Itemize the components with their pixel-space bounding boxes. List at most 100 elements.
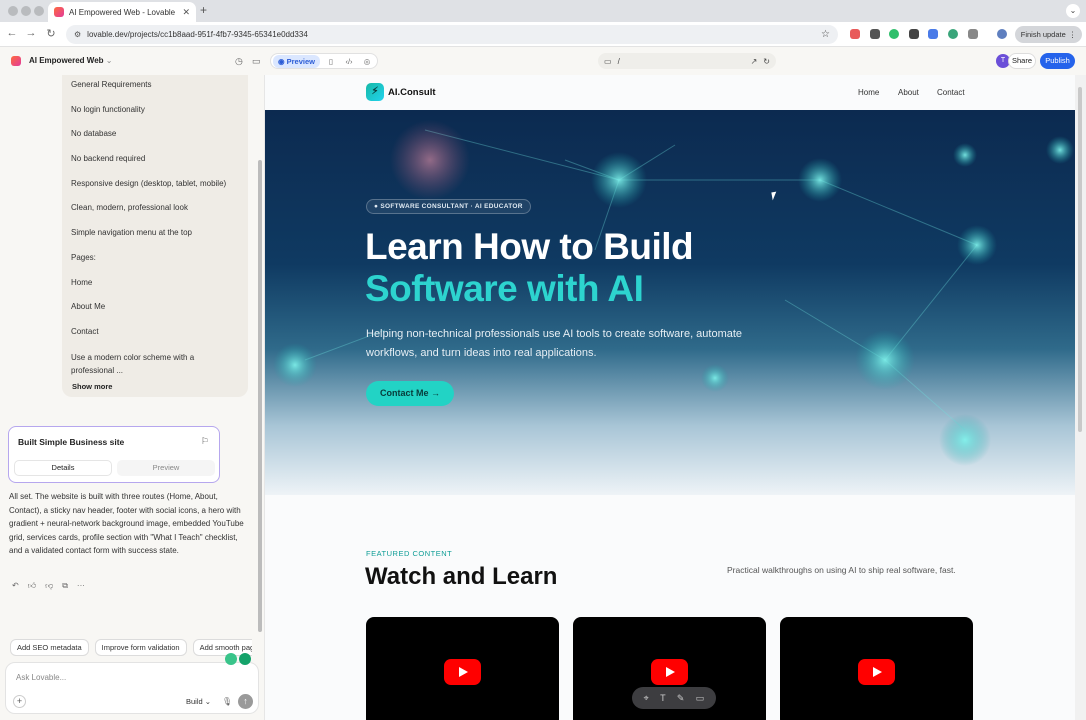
site-info-icon[interactable]: ⚙	[74, 30, 81, 39]
microphone-icon[interactable]: 🎙︎	[222, 697, 232, 706]
suggestion-chip[interactable]: Improve form validation	[94, 639, 187, 656]
tab-details[interactable]: Details	[14, 460, 112, 476]
youtube-play-icon[interactable]	[858, 659, 895, 685]
route-path-bar[interactable]: ▭ / ↗ ↻	[598, 53, 776, 69]
section-title: Watch and Learn	[365, 563, 558, 590]
thumbs-down-icon[interactable]: 👎︎	[45, 581, 53, 591]
share-button[interactable]: Share	[1008, 53, 1036, 69]
open-external-icon[interactable]: ↗	[751, 57, 758, 66]
tab-search-chevron-icon[interactable]: ⌄	[1066, 4, 1080, 18]
browser-tab[interactable]: AI Empowered Web - Lovable ✕	[48, 2, 196, 22]
publish-button[interactable]: Publish	[1040, 53, 1075, 69]
extension-icon[interactable]	[948, 29, 958, 39]
finish-update-button[interactable]: Finish update ⋮	[1015, 26, 1082, 43]
chat-panel: General Requirements No login functional…	[0, 75, 264, 720]
project-name-label: AI Empowered Web	[29, 56, 104, 65]
new-tab-icon[interactable]: +	[200, 3, 207, 17]
extension-icon[interactable]	[928, 29, 938, 39]
hero-headline-line-2: Software with AI	[365, 268, 644, 309]
close-tab-icon[interactable]: ✕	[182, 7, 190, 18]
attach-plus-icon[interactable]: +	[13, 695, 26, 708]
extension-icon[interactable]	[850, 29, 860, 39]
youtube-embed[interactable]	[780, 617, 973, 720]
mode-label: Build	[186, 697, 203, 706]
device-icon[interactable]: ▭	[604, 57, 612, 66]
history-icon[interactable]: ◷	[235, 56, 243, 67]
project-name[interactable]: AI Empowered Web ⌄	[29, 56, 112, 65]
back-icon[interactable]: ←	[5, 27, 19, 39]
tab-preview[interactable]: Preview	[117, 460, 215, 476]
address-bar-row: ← → ↻ ⚙ lovable.dev/projects/cc1b8aad-95…	[0, 22, 1086, 47]
site-header: ⚡︎ AI.Consult Home About Contact	[265, 75, 1075, 110]
requirement-item: Contact	[71, 326, 99, 336]
cloud-icon[interactable]: ◎	[360, 57, 374, 66]
assistant-message: All set. The website is built with three…	[9, 492, 244, 555]
hero-section: ● SOFTWARE CONSULTANT · AI EDUCATOR Lear…	[265, 110, 1075, 495]
youtube-play-icon[interactable]	[651, 659, 688, 685]
hero-lead: Helping non-technical professionals use …	[366, 328, 743, 359]
url-text[interactable]: lovable.dev/projects/cc1b8aad-951f-4fb7-…	[87, 30, 815, 39]
requirement-item: Responsive design (desktop, tablet, mobi…	[71, 178, 227, 188]
thumbs-up-icon[interactable]: 👍︎	[28, 581, 36, 591]
preview-scrollbar[interactable]	[1075, 75, 1086, 720]
hero-headline-line-1: Learn How to Build	[365, 226, 694, 267]
chat-scrollbar[interactable]	[258, 160, 262, 632]
extension-icon[interactable]	[870, 29, 880, 39]
close-window-icon[interactable]	[8, 6, 18, 16]
more-menu-icon: ⋮	[1068, 30, 1077, 39]
refresh-preview-icon[interactable]: ↻	[763, 57, 770, 66]
youtube-play-icon[interactable]	[444, 659, 481, 685]
brand-logo-icon[interactable]: ⚡︎	[366, 83, 384, 101]
extensions-puzzle-icon[interactable]	[968, 29, 978, 39]
finish-update-label: Finish update	[1020, 30, 1066, 39]
route-path[interactable]: /	[618, 57, 745, 66]
preview-scrollbar-thumb[interactable]	[1078, 87, 1082, 432]
code-icon[interactable]: ‹/›	[342, 57, 356, 66]
grammarly-icon[interactable]	[239, 653, 251, 665]
chat-input[interactable]: Ask Lovable...	[16, 673, 66, 682]
requirement-item: Use a modern color scheme with a profess…	[71, 352, 195, 375]
copy-icon[interactable]: ⧉	[62, 581, 68, 591]
section-subtitle: Practical walkthroughs on using AI to sh…	[727, 565, 956, 575]
bookmark-icon[interactable]: ⚐	[201, 436, 209, 447]
message-actions: ↶ 👍︎ 👎︎ ⧉ ···	[12, 581, 85, 591]
extension-icon[interactable]	[889, 29, 899, 39]
send-button[interactable]: ↑	[238, 694, 253, 709]
minimize-window-icon[interactable]	[21, 6, 31, 16]
undo-icon[interactable]: ↶	[12, 581, 19, 591]
extension-icon[interactable]	[909, 29, 919, 39]
select-tool-icon[interactable]: ⌖	[644, 693, 649, 704]
nav-home[interactable]: Home	[858, 88, 879, 97]
forward-icon[interactable]: →	[24, 27, 38, 39]
nav-about[interactable]: About	[898, 88, 919, 97]
view-switcher: ◉ Preview ▯ ‹/› ◎	[270, 53, 378, 69]
frame-tool-icon[interactable]: ▭	[696, 693, 705, 704]
page-icon[interactable]: ▯	[324, 57, 338, 66]
suggestion-chip[interactable]: Add SEO metadata	[10, 639, 89, 656]
requirement-item: No database	[71, 129, 117, 139]
browser-window: AI Empowered Web - Lovable ✕ + ⌄ ← → ↻ ⚙…	[0, 0, 1086, 720]
address-bar[interactable]: ⚙ lovable.dev/projects/cc1b8aad-951f-4fb…	[66, 25, 838, 44]
maximize-window-icon[interactable]	[34, 6, 44, 16]
nav-contact[interactable]: Contact	[937, 88, 965, 97]
more-icon[interactable]: ···	[77, 581, 85, 591]
text-tool-icon[interactable]: T	[660, 693, 666, 703]
lightbulb-icon[interactable]	[225, 653, 237, 665]
hero-badge-label: SOFTWARE CONSULTANT · AI EDUCATOR	[380, 203, 523, 210]
featured-label: FEATURED CONTENT	[366, 549, 453, 558]
preview-tab[interactable]: ◉ Preview	[273, 54, 320, 68]
show-more-button[interactable]: Show more	[72, 382, 112, 391]
chat-composer: Ask Lovable... + Build ⌄ 🎙︎ ↑	[5, 653, 259, 714]
brand-name[interactable]: AI.Consult	[388, 87, 436, 98]
sidebar-toggle-icon[interactable]: ▭	[252, 56, 261, 67]
profile-avatar-icon[interactable]	[997, 29, 1007, 39]
youtube-embed[interactable]	[366, 617, 559, 720]
draw-tool-icon[interactable]: ✎	[677, 693, 685, 704]
build-summary-card: Built Simple Business site ⚐ Details Pre…	[8, 426, 220, 483]
lovable-logo-icon[interactable]	[11, 56, 21, 66]
reload-icon[interactable]: ↻	[44, 27, 58, 40]
contact-me-button[interactable]: Contact Me →	[366, 381, 454, 406]
requirement-item: Simple navigation menu at the top	[71, 228, 192, 238]
mode-select[interactable]: Build ⌄	[186, 697, 211, 706]
bookmark-star-icon[interactable]: ☆	[821, 29, 830, 40]
